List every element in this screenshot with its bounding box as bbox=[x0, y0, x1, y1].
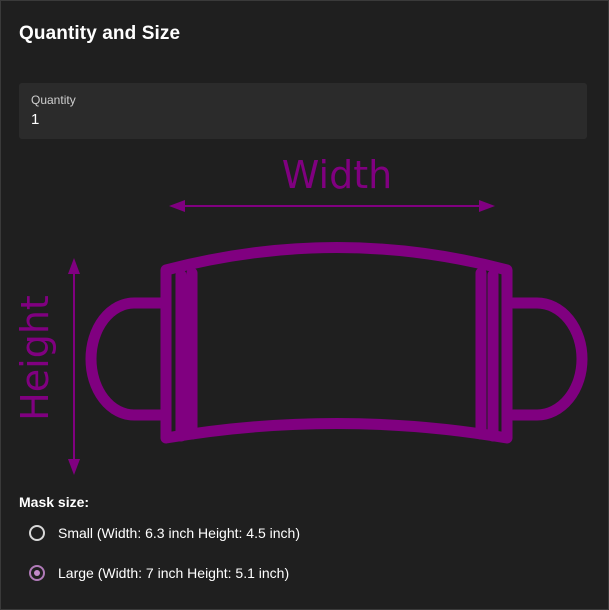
width-arrow bbox=[169, 200, 495, 212]
quantity-value[interactable]: 1 bbox=[31, 111, 39, 128]
radio-selected-dot bbox=[34, 570, 40, 576]
mask-illustration bbox=[85, 242, 588, 444]
quantity-size-panel: Quantity and Size Quantity 1 Width Heigh… bbox=[0, 0, 609, 610]
mask-size-option-small[interactable]: Small (Width: 6.3 inch Height: 4.5 inch) bbox=[29, 522, 300, 544]
height-label: Height bbox=[13, 295, 57, 421]
section-title: Quantity and Size bbox=[19, 23, 181, 44]
quantity-field[interactable]: Quantity 1 bbox=[19, 83, 587, 139]
mask-size-option-large[interactable]: Large (Width: 7 inch Height: 5.1 inch) bbox=[29, 562, 289, 584]
width-label: Width bbox=[282, 153, 392, 197]
radio-large[interactable] bbox=[29, 565, 45, 581]
quantity-label: Quantity bbox=[31, 93, 76, 107]
radio-small[interactable] bbox=[29, 525, 45, 541]
radio-small-label: Small (Width: 6.3 inch Height: 4.5 inch) bbox=[58, 525, 300, 541]
radio-large-label: Large (Width: 7 inch Height: 5.1 inch) bbox=[58, 565, 290, 581]
mask-size-diagram: Width Height bbox=[13, 153, 588, 475]
height-arrow bbox=[68, 258, 80, 475]
mask-size-heading: Mask size: bbox=[19, 494, 90, 510]
